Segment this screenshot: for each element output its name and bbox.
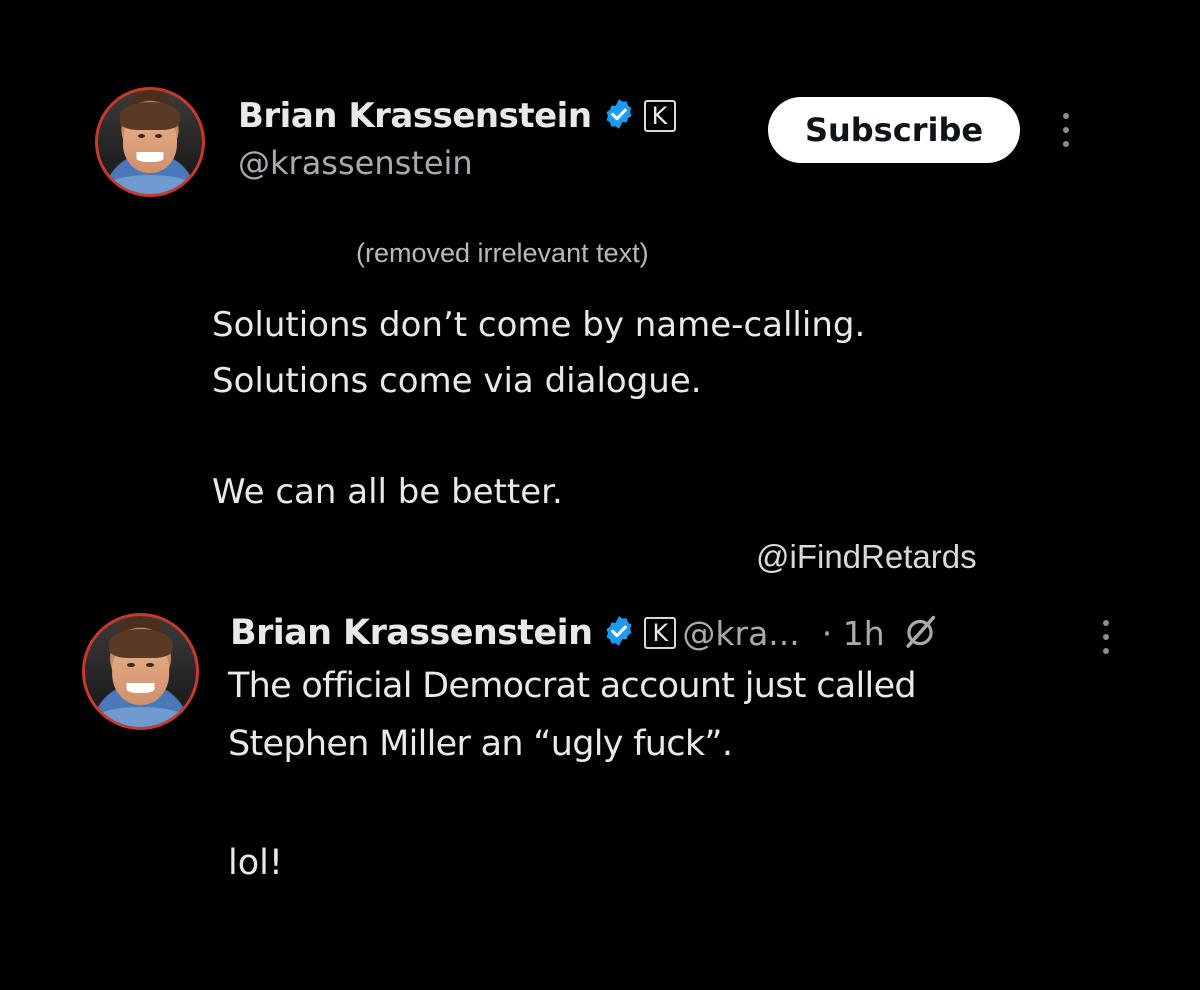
grok-slash-icon[interactable] — [901, 612, 939, 654]
post-timestamp[interactable]: · 1h — [822, 614, 885, 653]
quoted-author-name-row: Brian Krassenstein K @kra... · 1h — [230, 610, 939, 656]
quoted-author-handle[interactable]: @kra... — [682, 614, 799, 653]
avatar-shirt — [106, 175, 194, 194]
avatar-shirt — [93, 707, 188, 727]
menu-dot — [1063, 113, 1069, 119]
post-text-line-3: We can all be better. — [212, 472, 563, 512]
avatar-hair — [108, 629, 173, 659]
more-vertical-icon[interactable] — [1101, 620, 1111, 654]
removed-text-note: (removed irrelevant text) — [356, 238, 649, 268]
more-vertical-icon[interactable] — [1061, 113, 1071, 147]
watermark-text: @iFindRetards — [756, 538, 977, 575]
menu-dot — [1103, 648, 1109, 654]
screenshot-canvas: Brian Krassenstein K @krassenstein Subsc… — [0, 0, 1200, 990]
author-name-row: Brian Krassenstein K — [238, 94, 676, 138]
avatar-hair — [119, 102, 181, 130]
author-avatar[interactable] — [95, 87, 205, 197]
avatar-eye-left — [137, 133, 145, 138]
avatar-eye-right — [146, 662, 154, 668]
author-handle[interactable]: @krassenstein — [238, 144, 473, 182]
subscribe-button[interactable]: Subscribe — [768, 97, 1020, 163]
verified-badge-icon — [602, 97, 636, 135]
affiliate-badge: K — [643, 100, 676, 132]
quoted-author-display-name[interactable]: Brian Krassenstein — [230, 613, 593, 653]
quoted-text-line-2: Stephen Miller an “ugly fuck”. — [228, 724, 733, 764]
avatar-smile — [126, 682, 155, 693]
post-text-line-1: Solutions don’t come by name-calling. — [212, 305, 866, 345]
quoted-author-avatar[interactable] — [82, 613, 199, 730]
quoted-text-line-3: lol! — [228, 843, 283, 883]
menu-dot — [1063, 127, 1069, 133]
menu-dot — [1103, 620, 1109, 626]
verified-badge-svg — [606, 616, 632, 646]
avatar-smile — [136, 152, 164, 162]
affiliate-badge: K — [644, 617, 677, 649]
menu-dot — [1063, 141, 1069, 147]
grok-slash-svg — [906, 615, 935, 648]
post-text-line-2: Solutions come via dialogue. — [212, 361, 702, 401]
quoted-text-line-1: The official Democrat account just calle… — [228, 666, 917, 706]
verified-badge-svg — [606, 99, 631, 129]
menu-dot — [1103, 634, 1109, 640]
verified-badge-icon — [602, 614, 636, 652]
avatar-eye-left — [127, 662, 135, 668]
author-display-name[interactable]: Brian Krassenstein — [238, 96, 592, 136]
